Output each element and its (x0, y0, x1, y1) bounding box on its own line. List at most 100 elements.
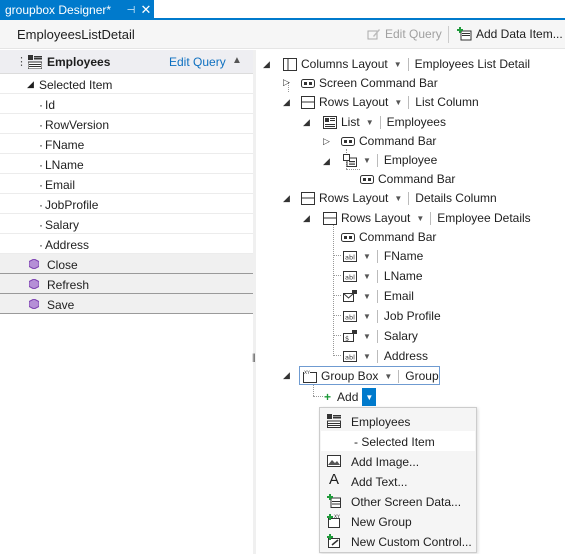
tree-guide (333, 315, 341, 316)
tree-node-details-command-bar[interactable]: Command Bar (341, 228, 436, 246)
pin-icon[interactable]: ⊣ (124, 5, 138, 16)
tree-node-root[interactable]: Columns Layout ▼ Employees List Detail (283, 55, 530, 73)
document-tab[interactable]: groupbox Designer* ⊣ ✕ (0, 0, 154, 20)
collapse-triangle-icon[interactable]: ◢ (283, 193, 290, 204)
node-name: Email (383, 289, 414, 303)
tree-node-employee[interactable]: ▼ Employee (343, 151, 437, 169)
node-separator (407, 57, 409, 71)
node-name: Salary (383, 329, 418, 343)
tree-node-field[interactable]: abl ▼ Job Profile (343, 307, 441, 325)
chevron-down-icon[interactable]: ▼ (363, 252, 371, 261)
drag-grip-icon[interactable]: ⋮ (16, 55, 27, 68)
svg-text:abl: abl (345, 253, 355, 261)
expand-triangle-icon[interactable]: ▷ (323, 136, 330, 147)
chevron-down-icon[interactable]: ▼ (394, 60, 402, 69)
tree-node-screen-command-bar[interactable]: Screen Command Bar (301, 74, 438, 92)
money-field-icon: $ (343, 329, 357, 342)
close-icon[interactable]: ✕ (138, 2, 154, 18)
tree-node-field[interactable]: $ ▼ Salary (343, 327, 418, 345)
tree-guide (313, 384, 314, 396)
add-button[interactable]: + Add ▼ (324, 388, 377, 406)
command-bar-icon (301, 78, 315, 88)
menu-item-add-image[interactable]: Add Image... (320, 451, 476, 471)
chevron-down-icon[interactable]: ▼ (363, 292, 371, 301)
expand-triangle-icon[interactable]: ▷ (283, 77, 290, 88)
tree-node-list-command-bar[interactable]: Command Bar (341, 132, 436, 150)
collapse-triangle-icon[interactable]: ◢ (283, 370, 290, 381)
view-model-panel: ⋮ Employees Edit Query ▲ ◢ Selected Item… (0, 50, 253, 554)
add-data-item-button[interactable]: Add Data Item... (457, 25, 563, 43)
chevron-down-icon[interactable]: ▼ (363, 156, 371, 165)
menu-item-new-custom-control[interactable]: New Custom Control... (320, 531, 476, 551)
tree-node-list-column[interactable]: Rows Layout ▼ List Column (301, 93, 479, 111)
menu-item-other-screen-data[interactable]: Other Screen Data... (320, 491, 476, 511)
chevron-down-icon[interactable]: ▼ (366, 118, 374, 127)
menu-item-employees[interactable]: Employees (320, 411, 476, 431)
node-separator (408, 191, 410, 205)
collapse-triangle-icon[interactable]: ◢ (303, 213, 310, 224)
tree-node-employee-details[interactable]: Rows Layout ▼ Employee Details (323, 209, 531, 227)
node-name: List Column (415, 95, 479, 109)
chevron-down-icon[interactable]: ▼ (363, 352, 371, 361)
command-close[interactable]: Close (0, 254, 253, 274)
tree-node-field[interactable]: abl ▼ Address (343, 347, 428, 365)
chevron-up-icon[interactable]: ▲ (232, 55, 242, 66)
collapse-triangle-icon[interactable]: ◢ (263, 59, 270, 70)
field-item[interactable]: · Salary (0, 214, 253, 234)
chevron-down-icon[interactable]: ▼ (394, 194, 402, 203)
tree-node-field[interactable]: ▼ Email (343, 287, 414, 305)
field-item[interactable]: · FName (0, 134, 253, 154)
tree-guide (313, 396, 323, 397)
field-item[interactable]: · LName (0, 154, 253, 174)
command-save[interactable]: Save (0, 294, 253, 314)
screen-name: EmployeesListDetail (17, 27, 135, 42)
summary-icon (343, 153, 357, 167)
textbox-icon: abl (343, 270, 357, 282)
node-name: Details Column (415, 191, 497, 205)
node-name: Employee (383, 153, 438, 167)
menu-item-add-text[interactable]: A Add Text... (320, 471, 476, 491)
selected-item-row[interactable]: ◢ Selected Item (0, 74, 253, 94)
new-group-icon: XY (327, 514, 340, 528)
chevron-down-icon[interactable]: ▼ (394, 98, 402, 107)
collapse-triangle-icon[interactable]: ◢ (283, 97, 290, 108)
textbox-icon: abl (343, 350, 357, 362)
tree-node-field[interactable]: abl ▼ LName (343, 267, 423, 285)
tree-guide (333, 335, 341, 336)
node-separator (376, 309, 378, 323)
field-item[interactable]: · RowVersion (0, 114, 253, 134)
entity-header: ⋮ Employees Edit Query ▲ (0, 50, 253, 74)
tree-node-employee-command-bar[interactable]: Command Bar (360, 170, 455, 188)
node-layout: Rows Layout (341, 211, 411, 225)
edit-query-toolbar-button[interactable]: Edit Query (367, 25, 442, 43)
menu-item-new-group[interactable]: XY New Group (320, 511, 476, 531)
field-label: JobProfile (45, 198, 99, 212)
field-item[interactable]: · Email (0, 174, 253, 194)
chevron-down-icon[interactable]: ▼ (384, 372, 392, 381)
menu-item-selected-item[interactable]: - Selected Item (321, 431, 475, 451)
field-item[interactable]: · JobProfile (0, 194, 253, 214)
expand-triangle-icon[interactable]: ◢ (27, 79, 34, 90)
tree-node-details-column[interactable]: Rows Layout ▼ Details Column (301, 189, 497, 207)
chevron-down-icon[interactable]: ▼ (416, 214, 424, 223)
tree-guide (333, 275, 341, 276)
tree-node-field[interactable]: abl ▼ FName (343, 247, 423, 265)
tree-guide (333, 224, 334, 356)
tree-node-list[interactable]: List ▼ Employees (323, 113, 446, 131)
collapse-triangle-icon[interactable]: ◢ (303, 117, 310, 128)
command-refresh[interactable]: Refresh (0, 274, 253, 294)
edit-query-link[interactable]: Edit Query (169, 55, 226, 69)
field-item[interactable]: · Address (0, 234, 253, 254)
chevron-down-icon[interactable]: ▼ (363, 312, 371, 321)
add-dropdown-button[interactable]: ▼ (362, 388, 377, 406)
field-item[interactable]: · Id (0, 94, 253, 114)
tree-guide (346, 169, 360, 170)
tree-node-group-box[interactable]: XY Group Box ▼ Group (303, 367, 439, 385)
chevron-down-icon[interactable]: ▼ (363, 272, 371, 281)
collapse-triangle-icon[interactable]: ◢ (323, 156, 330, 167)
splitter-grip-icon[interactable]: || (252, 352, 256, 362)
chevron-down-icon[interactable]: ▼ (363, 332, 371, 341)
entity-name[interactable]: Employees (47, 55, 110, 69)
entity-icon (327, 414, 341, 428)
node-name: Command Bar (359, 134, 437, 148)
